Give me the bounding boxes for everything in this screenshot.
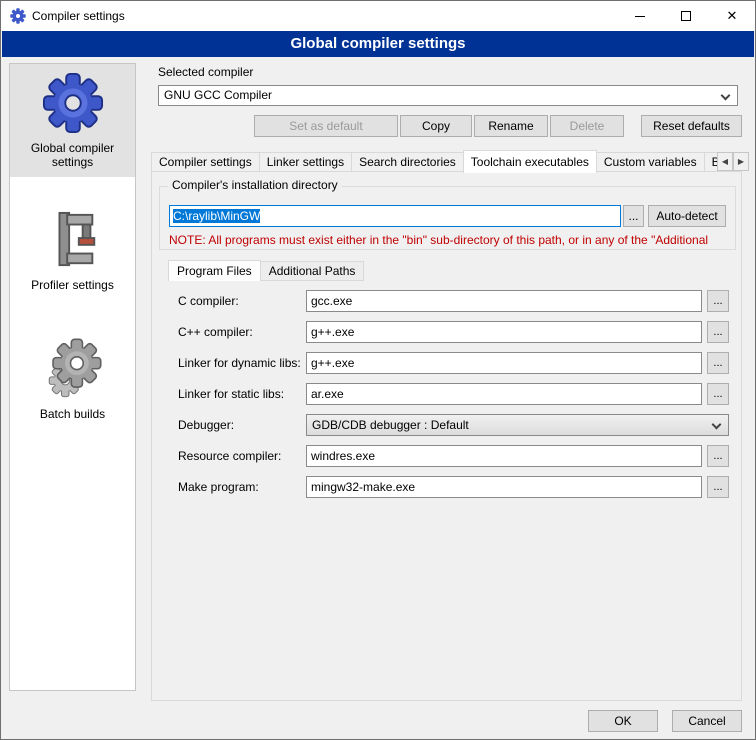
tab-compiler-settings[interactable]: Compiler settings: [151, 152, 260, 172]
tab-scroll-right-icon: ▶: [738, 157, 744, 166]
titlebar: Compiler settings ✕: [1, 1, 755, 31]
sidebar-item-profiler-settings[interactable]: Profiler settings: [10, 201, 135, 300]
profiler-icon: [44, 209, 102, 271]
install-dir-group-title: Compiler's installation directory: [168, 178, 342, 192]
install-dir-group: Compiler's installation directory C:\ray…: [159, 186, 736, 250]
tab-scroll-left-icon: ◀: [722, 157, 728, 166]
maximize-button[interactable]: [663, 1, 709, 31]
chevron-down-icon: [712, 420, 722, 430]
cpp-compiler-label: C++ compiler:: [178, 325, 306, 339]
dynamic-linker-browse-button[interactable]: ...: [707, 352, 729, 374]
set-as-default-button[interactable]: Set as default: [254, 115, 398, 137]
debugger-select[interactable]: GDB/CDB debugger : Default: [306, 414, 729, 436]
c-compiler-label: C compiler:: [178, 294, 306, 308]
copy-button[interactable]: Copy: [400, 115, 472, 137]
selected-compiler-dropdown[interactable]: GNU GCC Compiler: [158, 85, 738, 106]
install-dir-input[interactable]: C:\raylib\MinGW: [169, 205, 621, 227]
install-dir-selected-text: C:\raylib\MinGW: [173, 209, 260, 223]
tab-linker-settings[interactable]: Linker settings: [259, 152, 352, 172]
field-row-dynamic-linker: Linker for dynamic libs: ...: [178, 352, 729, 374]
debugger-value: GDB/CDB debugger : Default: [312, 418, 469, 432]
selected-compiler-label: Selected compiler: [158, 65, 253, 79]
field-row-make-program: Make program: ...: [178, 476, 729, 498]
field-row-resource-compiler: Resource compiler: ...: [178, 445, 729, 467]
app-gear-icon: [10, 8, 26, 24]
tab-search-directories[interactable]: Search directories: [351, 152, 464, 172]
cpp-compiler-browse-button[interactable]: ...: [707, 321, 729, 343]
delete-button[interactable]: Delete: [550, 115, 624, 137]
subtab-program-files[interactable]: Program Files: [168, 260, 261, 281]
install-dir-note: NOTE: All programs must exist either in …: [169, 233, 731, 247]
chevron-down-icon: [721, 91, 731, 101]
tab-scroll-right-button[interactable]: ▶: [733, 152, 749, 171]
field-row-static-linker: Linker for static libs: ...: [178, 383, 729, 405]
main-content: Selected compiler GNU GCC Compiler Set a…: [146, 63, 749, 709]
tab-scroll-left-button[interactable]: ◀: [717, 152, 733, 171]
subtab-additional-paths[interactable]: Additional Paths: [260, 261, 365, 281]
minimize-button[interactable]: [617, 1, 663, 31]
c-compiler-browse-button[interactable]: ...: [707, 290, 729, 312]
static-linker-input[interactable]: [306, 383, 702, 405]
reset-defaults-button[interactable]: Reset defaults: [641, 115, 742, 137]
field-row-c-compiler: C compiler: ...: [178, 290, 729, 312]
compiler-actions: Set as default Copy Rename Delete Reset …: [254, 115, 742, 137]
make-program-label: Make program:: [178, 480, 306, 494]
maximize-icon: [681, 11, 691, 21]
sidebar-item-label: Batch builds: [12, 407, 133, 421]
sidebar-item-global-compiler-settings[interactable]: Global compiler settings: [10, 64, 135, 177]
selected-compiler-value: GNU GCC Compiler: [164, 88, 272, 102]
static-linker-label: Linker for static libs:: [178, 387, 306, 401]
resource-compiler-browse-button[interactable]: ...: [707, 445, 729, 467]
cpp-compiler-input[interactable]: [306, 321, 702, 343]
rename-button[interactable]: Rename: [474, 115, 548, 137]
toolchain-executables-panel: Compiler's installation directory C:\ray…: [151, 171, 742, 701]
window-controls: ✕: [617, 1, 755, 31]
field-row-cpp-compiler: C++ compiler: ...: [178, 321, 729, 343]
resource-compiler-input[interactable]: [306, 445, 702, 467]
ok-button[interactable]: OK: [588, 710, 658, 732]
tab-toolchain-executables[interactable]: Toolchain executables: [463, 150, 597, 173]
debugger-label: Debugger:: [178, 418, 306, 432]
settings-category-sidebar: Global compiler settings Profiler settin…: [9, 63, 136, 691]
field-row-debugger: Debugger: GDB/CDB debugger : Default: [178, 414, 729, 436]
sidebar-item-label: Global compiler settings: [12, 141, 133, 169]
sidebar-item-batch-builds[interactable]: Batch builds: [10, 330, 135, 429]
tab-strip: Compiler settings Linker settings Search…: [146, 148, 749, 172]
dynamic-linker-input[interactable]: [306, 352, 702, 374]
install-dir-browse-button[interactable]: ...: [623, 205, 644, 227]
gears-gray-icon: [42, 338, 104, 400]
subtab-strip: Program Files Additional Paths: [168, 260, 363, 281]
tab-custom-variables[interactable]: Custom variables: [596, 152, 705, 172]
make-program-input[interactable]: [306, 476, 702, 498]
close-button[interactable]: ✕: [709, 1, 755, 31]
c-compiler-input[interactable]: [306, 290, 702, 312]
sidebar-item-label: Profiler settings: [12, 278, 133, 292]
minimize-icon: [635, 16, 645, 17]
page-title: Global compiler settings: [2, 31, 754, 57]
window-title: Compiler settings: [32, 9, 125, 23]
make-program-browse-button[interactable]: ...: [707, 476, 729, 498]
static-linker-browse-button[interactable]: ...: [707, 383, 729, 405]
close-icon: ✕: [727, 8, 738, 24]
compiler-settings-window: Compiler settings ✕ Global compiler sett…: [0, 0, 756, 740]
cancel-button[interactable]: Cancel: [672, 710, 742, 732]
auto-detect-button[interactable]: Auto-detect: [648, 205, 726, 227]
resource-compiler-label: Resource compiler:: [178, 449, 306, 463]
dynamic-linker-label: Linker for dynamic libs:: [178, 356, 306, 370]
gear-blue-icon: [42, 72, 104, 134]
